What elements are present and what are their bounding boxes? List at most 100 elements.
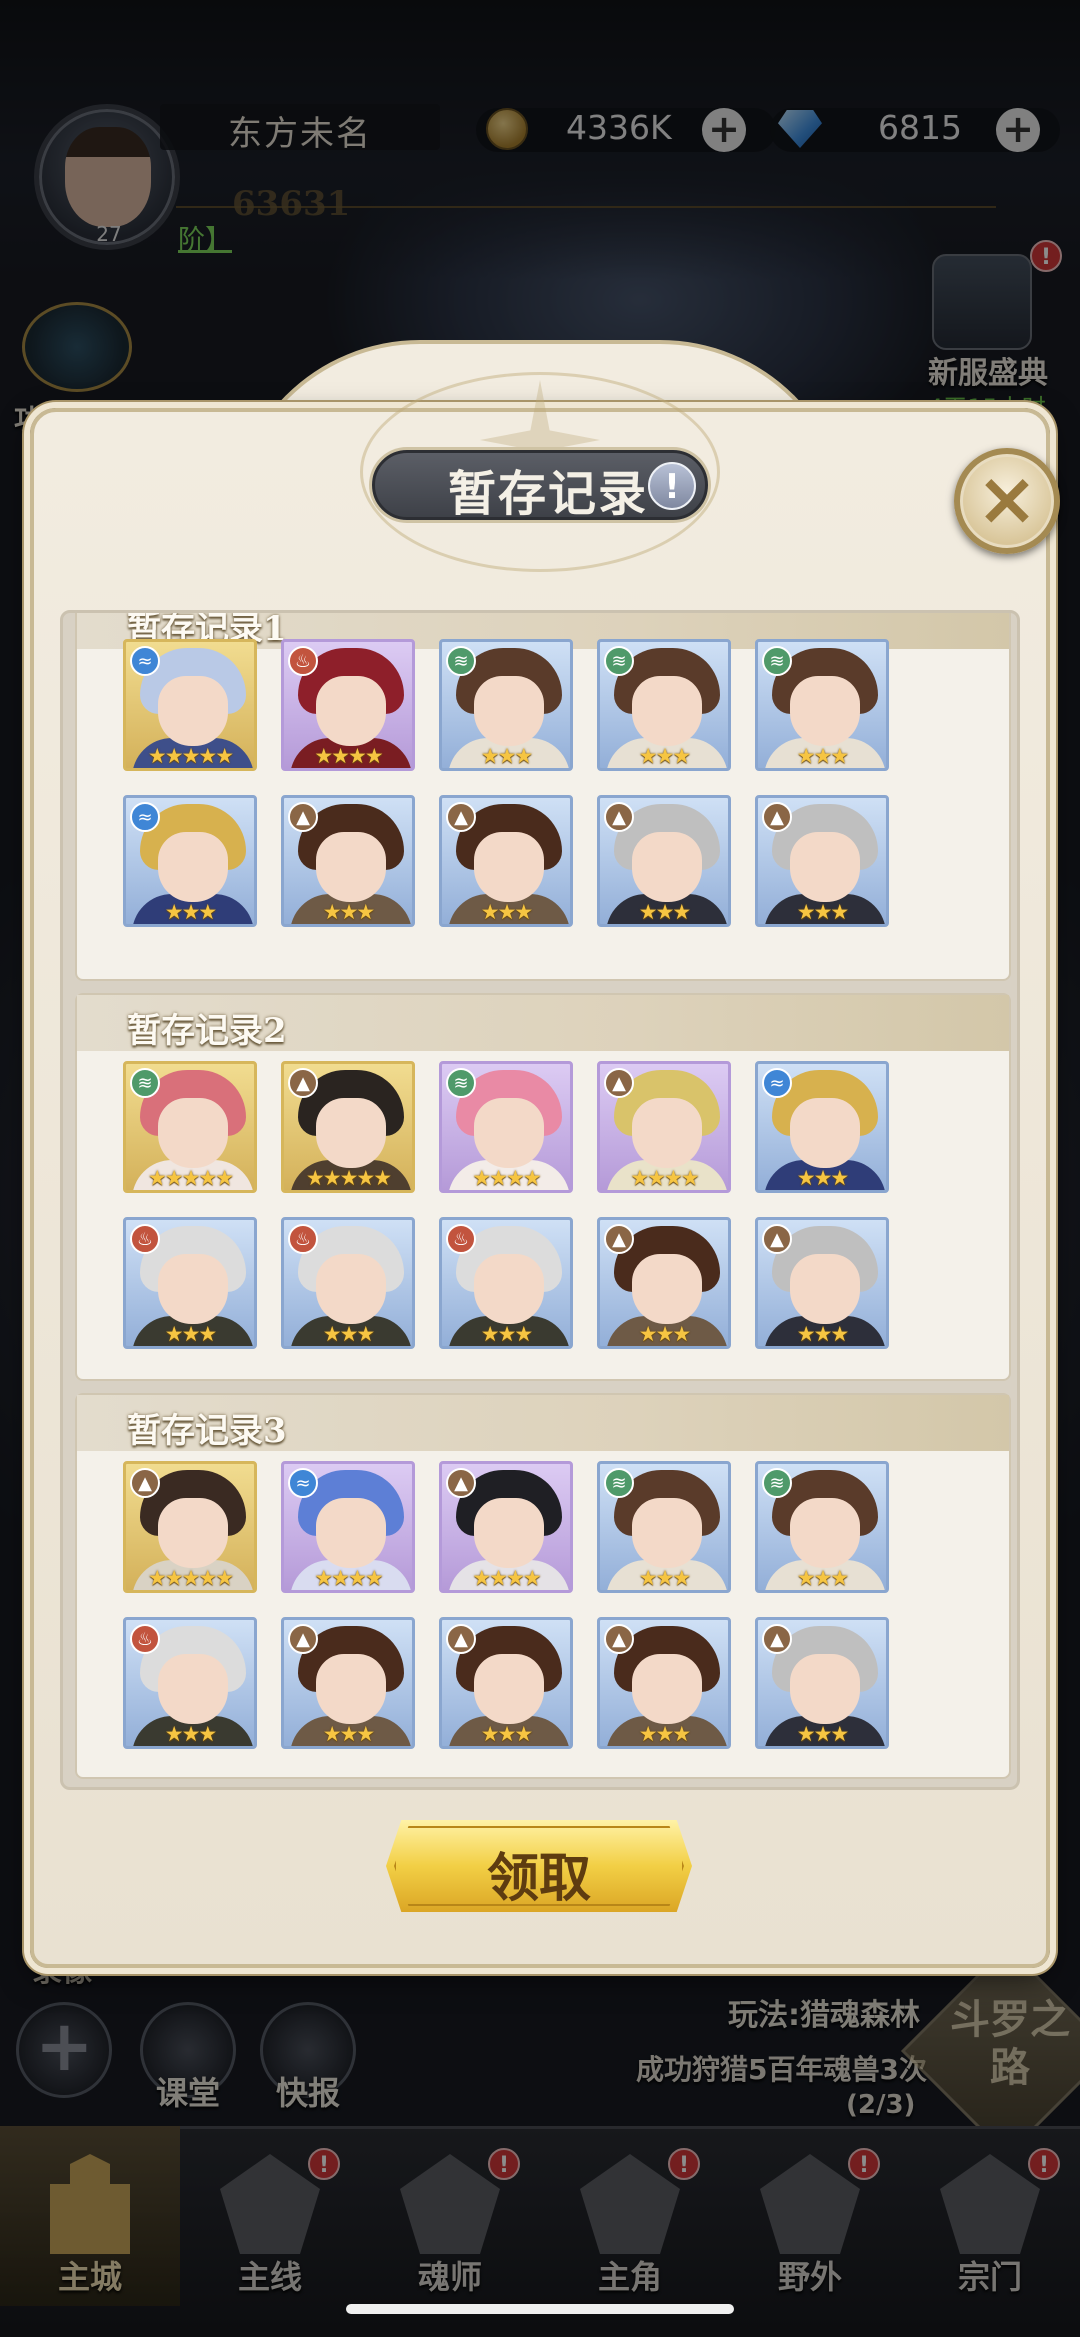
hero-portrait-face (632, 1498, 702, 1568)
water-element-icon: ≈ (762, 1068, 792, 1098)
hero-card[interactable]: ♨ ★★★ (281, 1217, 415, 1349)
hero-card[interactable]: ≈ ★★★ (123, 795, 257, 927)
record-title: 暂存记录2 (127, 1011, 287, 1051)
hero-card[interactable]: ≈ ★★★★★ (123, 639, 257, 771)
hero-portrait-face (316, 1098, 386, 1168)
hero-portrait-face (474, 1498, 544, 1568)
hero-card[interactable]: ≋ ★★★ (597, 639, 731, 771)
hero-portrait-face (158, 1254, 228, 1324)
hero-card[interactable]: ≈ ★★★★ (281, 1461, 415, 1593)
earth-element-icon: ▲ (762, 802, 792, 832)
fire-element-icon: ♨ (130, 1224, 160, 1254)
hero-card[interactable]: ▲ ★★★ (755, 795, 889, 927)
hero-card[interactable]: ♨ ★★★★ (281, 639, 415, 771)
earth-element-icon: ▲ (762, 1224, 792, 1254)
close-icon[interactable]: × (954, 448, 1060, 554)
hero-portrait-face (158, 1498, 228, 1568)
hero-card[interactable]: ≋ ★★★ (755, 1461, 889, 1593)
hero-portrait-face (158, 676, 228, 746)
hero-card[interactable]: ▲ ★★★ (755, 1217, 889, 1349)
hero-card[interactable]: ▲ ★★★ (281, 1617, 415, 1749)
star-rating: ★★★ (164, 900, 217, 924)
claim-button-label[interactable]: 领取 (386, 1836, 692, 1911)
record-title: 暂存记录3 (127, 1411, 287, 1451)
star-rating: ★★★★★ (147, 1166, 234, 1190)
hero-card[interactable]: ▲ ★★★ (281, 795, 415, 927)
star-rating: ★★★ (638, 900, 691, 924)
earth-element-icon: ▲ (604, 1068, 634, 1098)
hero-card[interactable]: ▲ ★★★ (597, 1617, 731, 1749)
hero-card[interactable]: ▲ ★★★ (597, 1217, 731, 1349)
wind-element-icon: ≋ (604, 646, 634, 676)
star-rating: ★★★ (796, 744, 849, 768)
hero-portrait-face (790, 1654, 860, 1724)
hero-portrait-face (316, 1654, 386, 1724)
hero-card[interactable]: ≋ ★★★★★ (123, 1061, 257, 1193)
hero-portrait-face (316, 1498, 386, 1568)
hero-card[interactable]: ▲ ★★★★ (597, 1061, 731, 1193)
hero-card[interactable]: ▲ ★★★★★ (281, 1061, 415, 1193)
star-rating: ★★★ (322, 1322, 375, 1346)
water-element-icon: ≈ (130, 646, 160, 676)
earth-element-icon: ▲ (446, 1624, 476, 1654)
hero-portrait-face (158, 832, 228, 902)
hero-card[interactable]: ♨ ★★★ (123, 1217, 257, 1349)
star-rating: ★★★ (480, 1322, 533, 1346)
star-rating: ★★★ (796, 1322, 849, 1346)
hero-card[interactable]: ♨ ★★★ (123, 1617, 257, 1749)
info-icon[interactable]: ! (648, 462, 696, 510)
star-rating: ★★★ (796, 900, 849, 924)
hero-portrait-face (632, 1654, 702, 1724)
wind-element-icon: ≋ (762, 646, 792, 676)
hero-card[interactable]: ≈ ★★★ (755, 1061, 889, 1193)
star-rating: ★★★ (480, 900, 533, 924)
hero-portrait-face (316, 1254, 386, 1324)
hero-card[interactable]: ≋ ★★★ (755, 639, 889, 771)
hero-card[interactable]: ≋ ★★★★ (439, 1061, 573, 1193)
wind-element-icon: ≋ (446, 646, 476, 676)
hero-card[interactable]: ▲ ★★★★ (439, 1461, 573, 1593)
earth-element-icon: ▲ (446, 802, 476, 832)
star-rating: ★★★ (480, 1722, 533, 1746)
hero-portrait-face (790, 1254, 860, 1324)
hero-portrait-face (474, 676, 544, 746)
star-rating: ★★★★★ (147, 1566, 234, 1590)
hero-portrait-face (632, 1254, 702, 1324)
earth-element-icon: ▲ (604, 1224, 634, 1254)
home-indicator[interactable] (346, 2304, 734, 2314)
hero-card[interactable]: ▲ ★★★ (439, 1617, 573, 1749)
modal-title: 暂存记录 (448, 466, 649, 522)
earth-element-icon: ▲ (762, 1624, 792, 1654)
fire-element-icon: ♨ (130, 1624, 160, 1654)
hero-portrait-face (632, 676, 702, 746)
stash-record-list[interactable]: 暂存记录1 ≈ ★★★★★ ♨ ★★★★ ≋ ★★★ ≋ ★★★ ≋ ★★★ ≈ ★★★ ▲ ★★★ ▲ ★★★… (60, 610, 1020, 1790)
hero-card[interactable]: ▲ ★★★ (597, 795, 731, 927)
earth-element-icon: ▲ (288, 802, 318, 832)
hero-card[interactable]: ≋ ★★★ (439, 639, 573, 771)
star-rating: ★★★★ (472, 1166, 541, 1190)
wind-element-icon: ≋ (604, 1468, 634, 1498)
hero-card[interactable]: ▲ ★★★★★ (123, 1461, 257, 1593)
earth-element-icon: ▲ (604, 1624, 634, 1654)
fire-element-icon: ♨ (446, 1224, 476, 1254)
hero-card[interactable]: ≋ ★★★ (597, 1461, 731, 1593)
hero-portrait-face (474, 1654, 544, 1724)
hero-card[interactable]: ♨ ★★★ (439, 1217, 573, 1349)
fire-element-icon: ♨ (288, 646, 318, 676)
wind-element-icon: ≋ (130, 1068, 160, 1098)
star-rating: ★★★ (164, 1322, 217, 1346)
star-rating: ★★★★ (630, 1166, 699, 1190)
star-rating: ★★★ (638, 1722, 691, 1746)
hero-card[interactable]: ▲ ★★★ (755, 1617, 889, 1749)
star-rating: ★★★ (164, 1722, 217, 1746)
hero-portrait-face (158, 1654, 228, 1724)
hero-portrait-face (632, 832, 702, 902)
earth-element-icon: ▲ (446, 1468, 476, 1498)
hero-portrait-face (790, 1498, 860, 1568)
hero-portrait-face (474, 832, 544, 902)
star-rating: ★★★★ (314, 1566, 383, 1590)
earth-element-icon: ▲ (288, 1068, 318, 1098)
hero-card[interactable]: ▲ ★★★ (439, 795, 573, 927)
star-rating: ★★★ (322, 900, 375, 924)
hero-portrait-face (790, 676, 860, 746)
